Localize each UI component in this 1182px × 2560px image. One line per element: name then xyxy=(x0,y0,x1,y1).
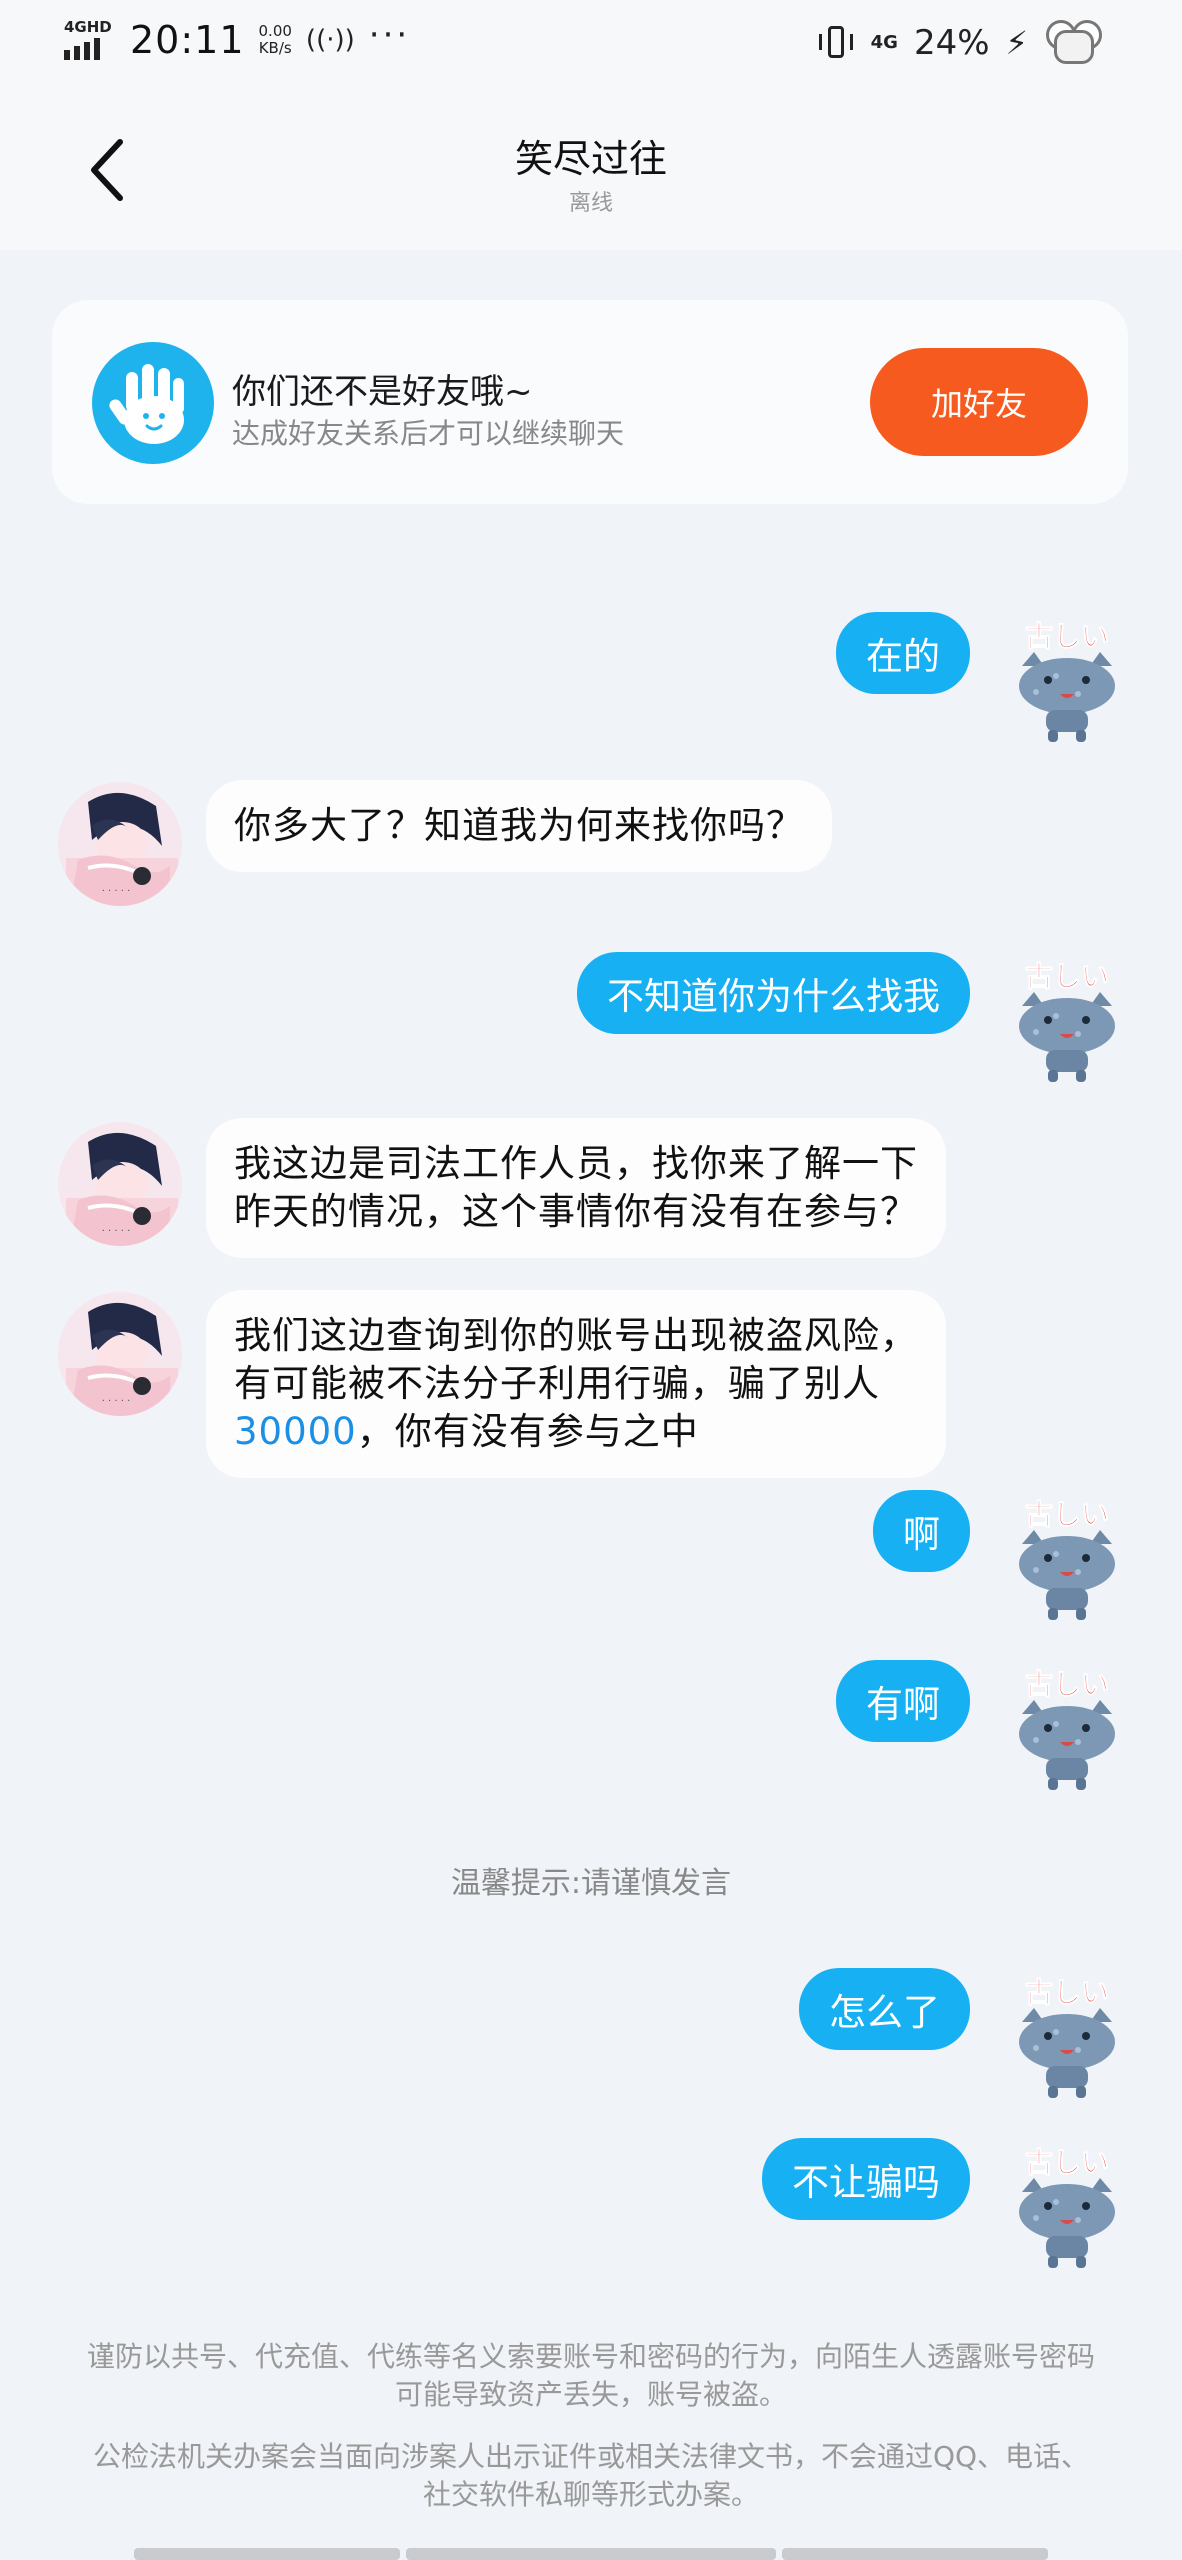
message-bubble-out[interactable]: 啊 xyxy=(873,1490,970,1572)
my-avatar[interactable]: 古しい xyxy=(1008,1666,1126,1794)
banner-title: 你们还不是好友哦~ xyxy=(232,372,533,412)
my-avatar[interactable]: 古しい xyxy=(1008,2144,1126,2272)
message-line: 昨天的情况，这个事情你有没有在参与？ xyxy=(234,1190,918,1233)
network-type-right: 4G xyxy=(870,32,898,53)
clock: 20:11 xyxy=(130,18,245,62)
vibrate-icon xyxy=(817,24,855,62)
system-tip: 温馨提示:请谨慎发言 xyxy=(450,1866,732,1901)
not-friends-banner: 你们还不是好友哦~ 达成好友关系后才可以继续聊天 加好友 xyxy=(52,300,1128,504)
contact-avatar[interactable]: · · · · · xyxy=(58,1292,182,1416)
message-bubble-in[interactable]: 你多大了？知道我为何来找你吗？ xyxy=(206,780,832,872)
input-bar-segment xyxy=(134,2548,400,2560)
network-type: 4GHD xyxy=(64,18,112,36)
hotspot-icon: ((·)) xyxy=(305,25,355,55)
police-notice: 公检法机关办案会当面向涉案人出示证件或相关法律文书，不会通过QQ、电话、社交软件… xyxy=(92,2440,1090,2511)
my-avatar[interactable]: 古しい xyxy=(1008,618,1126,746)
message-line: 30000，你有没有参与之中 xyxy=(234,1410,699,1453)
add-friend-button[interactable]: 加好友 xyxy=(870,348,1088,456)
signal-icon: 4GHD xyxy=(64,18,116,62)
svg-text:古しい: 古しい xyxy=(1025,960,1109,993)
amount-link[interactable]: 30000 xyxy=(234,1410,357,1453)
input-bar-segment xyxy=(406,2548,776,2560)
message-line: 有可能被不法分子利用行骗，骗了别人 xyxy=(234,1362,880,1405)
message-bubble-out[interactable]: 怎么了 xyxy=(799,1968,970,2050)
message-bubble-out[interactable]: 有啊 xyxy=(836,1660,970,1742)
message-line: 我这边是司法工作人员，找你来了解一下 xyxy=(234,1142,918,1185)
input-bar-segment xyxy=(782,2548,1048,2560)
pet-icon xyxy=(1044,20,1104,66)
svg-text:古しい: 古しい xyxy=(1025,1668,1109,1701)
cat-sticker-icon: 古しい xyxy=(1019,1498,1115,1620)
contact-avatar[interactable]: · · · · · xyxy=(58,1122,182,1246)
network-speed: 0.00 KB/s xyxy=(258,22,292,57)
charging-icon: ⚡ xyxy=(1005,24,1028,62)
online-status: 离线 xyxy=(568,191,613,216)
anime-avatar-icon: · · · · · xyxy=(58,1122,182,1246)
svg-text:· · · · ·: · · · · · xyxy=(102,1396,131,1407)
svg-text:古しい: 古しい xyxy=(1025,2146,1109,2179)
cat-sticker-icon: 古しい xyxy=(1019,1976,1115,2098)
hand-icon xyxy=(92,342,214,464)
message-bubble-out[interactable]: 不知道你为什么找我 xyxy=(577,952,970,1034)
message-bubble-out[interactable]: 在的 xyxy=(836,612,970,694)
cat-sticker-icon: 古しい xyxy=(1019,2146,1115,2268)
battery-level: 24% xyxy=(913,23,990,63)
more-notifications-icon: ··· xyxy=(368,15,411,55)
chat-header: 笑尽过往 离线 xyxy=(0,90,1182,250)
contact-avatar[interactable]: · · · · · xyxy=(58,782,182,906)
cat-sticker-icon: 古しい xyxy=(1019,960,1115,1082)
message-bubble-in[interactable]: 我这边是司法工作人员，找你来了解一下 昨天的情况，这个事情你有没有在参与？ xyxy=(206,1118,946,1258)
security-warning: 谨防以共号、代充值、代练等名义索要账号和密码的行为，向陌生人透露账号密码可能导致… xyxy=(86,2340,1095,2411)
svg-text:古しい: 古しい xyxy=(1025,1976,1109,2009)
my-avatar[interactable]: 古しい xyxy=(1008,1974,1126,2102)
my-avatar[interactable]: 古しい xyxy=(1008,958,1126,1086)
cat-sticker-icon: 古しい xyxy=(1019,1668,1115,1790)
svg-text:· · · · ·: · · · · · xyxy=(102,1226,131,1237)
chat-title[interactable]: 笑尽过往 xyxy=(0,128,1182,183)
cat-sticker-icon: 古しい xyxy=(1019,620,1115,742)
message-line: 我们这边查询到你的账号出现被盗风险， xyxy=(234,1314,918,1357)
message-bubble-out[interactable]: 不让骗吗 xyxy=(762,2138,970,2220)
anime-avatar-icon: · · · · · xyxy=(58,1292,182,1416)
svg-text:古しい: 古しい xyxy=(1025,620,1109,653)
message-bubble-in[interactable]: 我们这边查询到你的账号出现被盗风险， 有可能被不法分子利用行骗，骗了别人 300… xyxy=(206,1290,946,1478)
banner-subtitle: 达成好友关系后才可以继续聊天 xyxy=(232,417,625,450)
my-avatar[interactable]: 古しい xyxy=(1008,1496,1126,1624)
svg-text:古しい: 古しい xyxy=(1025,1498,1109,1531)
svg-text:· · · · ·: · · · · · xyxy=(102,886,131,897)
status-bar: 4GHD 20:11 0.00 KB/s ((·)) ··· 4G 24% ⚡ xyxy=(0,0,1182,90)
anime-avatar-icon: · · · · · xyxy=(58,782,182,906)
